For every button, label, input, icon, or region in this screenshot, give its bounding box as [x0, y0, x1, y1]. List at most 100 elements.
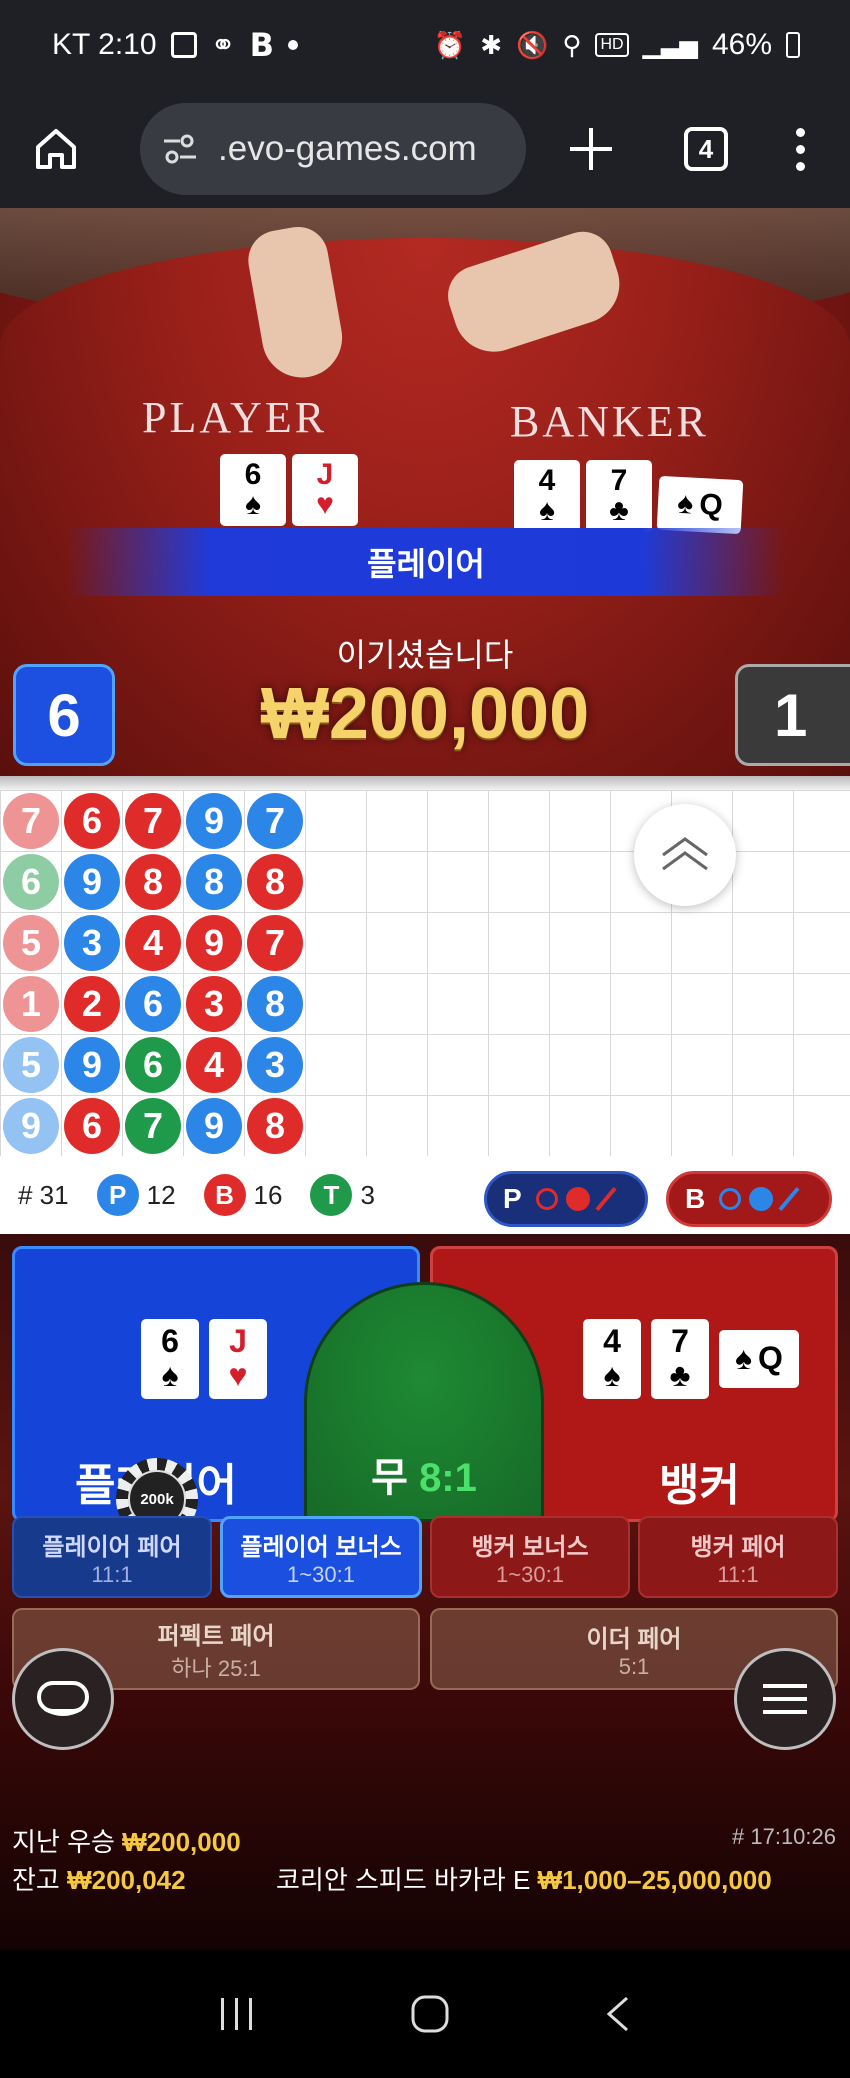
bead-t: 7: [125, 1098, 181, 1154]
recent-apps-icon[interactable]: [217, 1996, 257, 2032]
banker-label: BANKER: [510, 397, 709, 446]
status-bar: KT 2:10 ⚭ 𝗕 ⏰ ✱ 🔇 ⚲ HD ▁▃▅ 46%: [0, 0, 850, 90]
tab-count: 4: [698, 133, 714, 164]
bead-b: 6: [64, 793, 120, 849]
bead-b: 5: [3, 915, 59, 971]
bead-road[interactable]: 765159693296784667989349787838: [0, 776, 850, 1156]
player-card: J ♥: [209, 1319, 267, 1399]
bead-p: 5: [3, 1037, 59, 1093]
bead-p: 9: [186, 1098, 242, 1154]
video-card: ♠ Q: [656, 475, 744, 535]
video-banker-cards: 4 ♠ 7 ♣ ♠ Q: [514, 460, 744, 535]
banker-wins: B 16: [203, 1174, 282, 1216]
hamburger-icon: [763, 1684, 807, 1714]
bead-b: 7: [3, 793, 59, 849]
bead-p: 7: [247, 793, 303, 849]
notification-dot-icon: [288, 40, 299, 50]
status-right: ⏰ ✱ 🔇 ⚲ HD ▁▃▅ 46%: [434, 28, 800, 62]
player-pair-bet[interactable]: 플레이어 페어 11:1: [12, 1516, 212, 1598]
menu-button[interactable]: [734, 1648, 836, 1750]
win-message: 이기셨습니다: [336, 637, 514, 673]
lobby-button[interactable]: [12, 1648, 114, 1750]
bead-p: 8: [247, 976, 303, 1032]
bead-b: 8: [125, 854, 181, 910]
video-card: J ♥: [292, 454, 358, 526]
bead-p: 9: [3, 1098, 59, 1154]
player-card: 6 ♠: [141, 1319, 199, 1399]
video-card: 6 ♠: [220, 454, 286, 526]
url-text: .evo-games.com: [218, 129, 477, 168]
balance-line: 잔고 ₩200,042: [12, 1865, 186, 1895]
tie-count: T3: [310, 1174, 375, 1216]
player-label: PLAYER: [142, 393, 328, 442]
bead-p: 6: [125, 976, 181, 1032]
bead-b: 1: [3, 976, 59, 1032]
bead-t: 6: [3, 854, 59, 910]
bead-t: 6: [125, 1037, 181, 1093]
bead-b: 7: [125, 793, 181, 849]
new-tab-icon[interactable]: [566, 124, 616, 174]
player-predict-button[interactable]: P: [484, 1171, 648, 1227]
battery-icon: [786, 32, 800, 58]
bead-p: 9: [64, 1037, 120, 1093]
home-icon[interactable]: [26, 119, 86, 179]
player-bonus-bet[interactable]: 플레이어 보너스 1~30:1: [220, 1516, 422, 1598]
banker-bet-label: 뱅커: [659, 1461, 740, 1510]
tie-bet-spot[interactable]: 무 8:1: [304, 1282, 544, 1522]
link-icon: ⚭: [210, 28, 236, 62]
player-score: 6: [13, 664, 115, 766]
hd-icon: HD: [595, 33, 629, 57]
video-card: 7 ♣: [586, 460, 652, 532]
b-app-icon: 𝗕: [249, 27, 275, 63]
banker-card: ♠ Q: [719, 1330, 799, 1388]
bead-b: 9: [186, 915, 242, 971]
system-nav-bar: [0, 1950, 850, 2078]
battery-text: 46%: [711, 28, 772, 61]
banker-card: 4 ♠: [583, 1319, 641, 1399]
banker-predict-button[interactable]: B: [666, 1171, 832, 1227]
location-icon: ⚲: [562, 29, 582, 60]
bead-b: 7: [247, 915, 303, 971]
video-player-cards: 6 ♠ J ♥: [220, 454, 358, 526]
banker-bonus-bet[interactable]: 뱅커 보너스 1~30:1: [430, 1516, 630, 1598]
carrier-time: KT 2:10: [52, 28, 157, 61]
last-win-line: 지난 우승 ₩200,000: [12, 1827, 241, 1857]
round-time: # 17:10:26: [732, 1824, 836, 1849]
player-wins: P 12: [96, 1174, 176, 1216]
bead-p: 8: [186, 854, 242, 910]
address-bar[interactable]: .evo-games.com: [140, 103, 526, 195]
back-icon[interactable]: [603, 1994, 633, 2034]
home-nav-icon[interactable]: [410, 1994, 450, 2034]
more-menu-icon[interactable]: [794, 127, 806, 171]
lobby-icon: [37, 1681, 89, 1716]
bead-p: 9: [64, 854, 120, 910]
alarm-icon: ⏰: [433, 29, 467, 60]
banker-score: 1: [735, 664, 850, 766]
gallery-icon: [170, 32, 197, 58]
site-settings-icon[interactable]: [160, 129, 200, 169]
bead-b: 2: [64, 976, 120, 1032]
bead-b: 8: [247, 854, 303, 910]
bead-p: 9: [186, 793, 242, 849]
table-info: 코리안 스피드 바카라 E ₩1,000–25,000,000: [276, 1865, 772, 1895]
bead-p: 3: [247, 1037, 303, 1093]
win-amount: ₩200,000: [260, 674, 590, 754]
bead-b: 4: [186, 1037, 242, 1093]
bead-b: 6: [64, 1098, 120, 1154]
rounds-count: # 31: [18, 1179, 69, 1210]
tab-switcher-button[interactable]: 4: [684, 127, 728, 171]
bead-p: 3: [64, 915, 120, 971]
winner-banner: 플레이어: [66, 528, 786, 596]
browser-toolbar: .evo-games.com 4: [0, 90, 850, 208]
bead-b: 4: [125, 915, 181, 971]
mute-icon: 🔇: [516, 29, 549, 60]
expand-roads-button[interactable]: [634, 804, 736, 906]
banker-card: 7 ♣: [651, 1319, 709, 1399]
player-cards: 6 ♠ J ♥: [141, 1319, 267, 1399]
bead-b: 3: [186, 976, 242, 1032]
video-card: 4 ♠: [514, 460, 580, 532]
banker-pair-bet[interactable]: 뱅커 페어 11:1: [638, 1516, 838, 1598]
chevron-up-icon: [662, 837, 708, 871]
signal-icon: ▁▃▅: [642, 31, 698, 59]
status-left: KT 2:10 ⚭ 𝗕: [52, 26, 299, 64]
